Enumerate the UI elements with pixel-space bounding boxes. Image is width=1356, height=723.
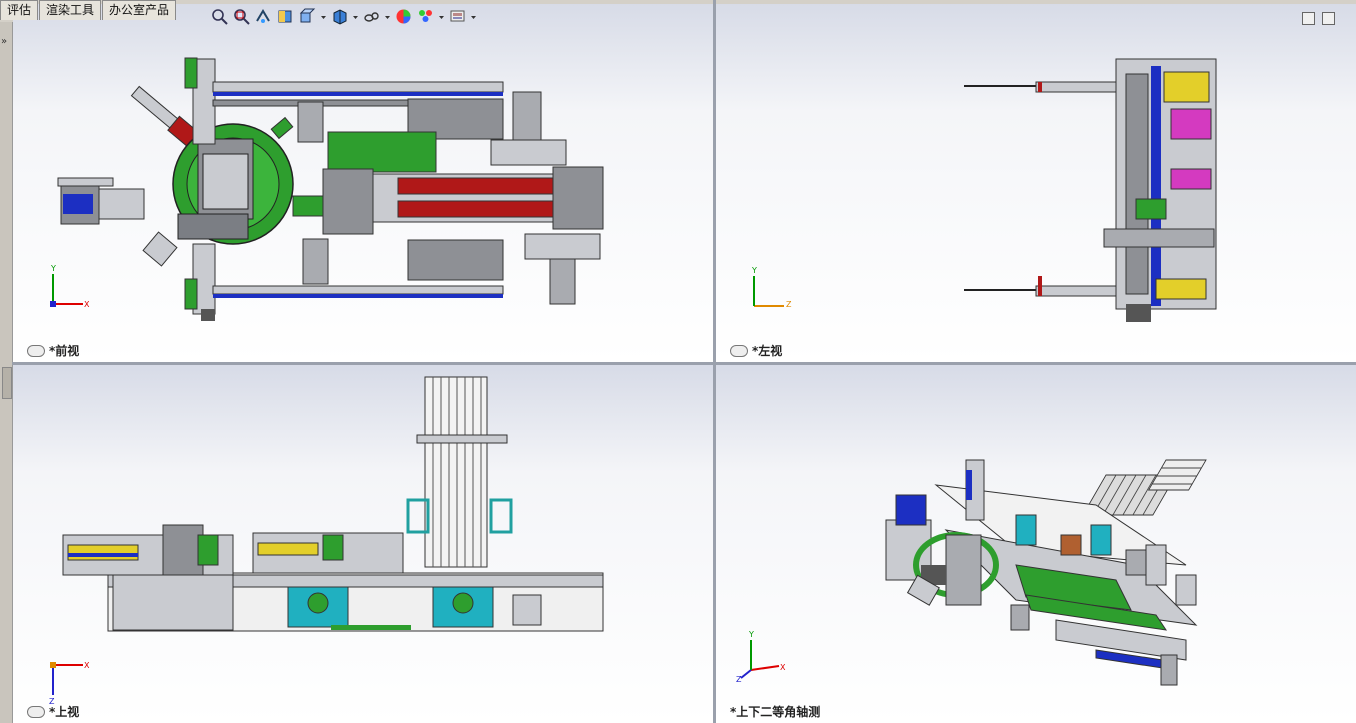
axis-x-label: X — [84, 300, 90, 309]
viewport-label-top: *上视 — [27, 703, 79, 720]
axis-y-label: Y — [51, 264, 56, 273]
chevron-right-icon[interactable]: » — [1, 36, 7, 47]
viewport-label-front: *前视 — [27, 342, 79, 359]
edit-appearance-icon[interactable] — [394, 7, 413, 26]
tab-office-products[interactable]: 办公室产品 — [102, 0, 177, 20]
viewport-splitter-horizontal[interactable] — [12, 362, 1356, 365]
zoom-to-fit-icon[interactable] — [210, 7, 229, 26]
view-settings-icon[interactable] — [448, 7, 467, 26]
panel-splitter-handle[interactable] — [2, 367, 12, 399]
tab-render-tools[interactable]: 渲染工具 — [39, 0, 102, 20]
axis-x-label: X — [84, 661, 90, 670]
chevron-down-icon[interactable] — [352, 7, 359, 26]
axis-z-label: Z — [786, 300, 792, 309]
left-view-model — [753, 58, 1217, 322]
apply-scene-icon[interactable] — [416, 7, 435, 26]
axis-triad — [50, 662, 83, 695]
isometric-view-model — [740, 459, 1207, 686]
link-views-icon[interactable] — [730, 344, 748, 357]
viewport-left[interactable]: Y Z *左视 — [716, 4, 1356, 362]
zoom-area-icon[interactable] — [232, 7, 251, 26]
viewport-front[interactable]: Y X *前视 — [13, 4, 713, 362]
link-views-icon[interactable] — [27, 344, 45, 357]
display-style-icon[interactable] — [330, 7, 349, 26]
previous-view-icon[interactable] — [254, 7, 273, 26]
command-tabs: 评估 渲染工具 办公室产品 — [0, 0, 177, 22]
chevron-down-icon[interactable] — [384, 7, 391, 26]
heads-up-view-toolbar — [210, 4, 477, 28]
top-view-model — [50, 376, 604, 695]
link-views-icon[interactable] — [27, 705, 45, 718]
viewport-maximize-icon[interactable] — [1322, 12, 1335, 25]
axis-y-label: Y — [749, 630, 754, 639]
chevron-down-icon[interactable] — [470, 7, 477, 26]
view-orientation-icon[interactable] — [298, 7, 317, 26]
axis-y-label: Y — [752, 266, 757, 275]
section-view-icon[interactable] — [276, 7, 295, 26]
chevron-down-icon[interactable] — [320, 7, 327, 26]
axis-z-label: Z — [736, 675, 742, 684]
hide-show-icon[interactable] — [362, 7, 381, 26]
axis-triad — [50, 274, 83, 307]
chevron-down-icon[interactable] — [438, 7, 445, 26]
viewport-label-left: *左视 — [730, 342, 782, 359]
axis-x-label: X — [780, 663, 786, 672]
viewport-label-isometric: *上下二等角轴测 — [730, 705, 821, 719]
axis-triad — [753, 276, 784, 307]
viewport-top[interactable]: X Z *上视 — [13, 365, 713, 723]
feature-manager-collapsed-panel[interactable]: » — [0, 22, 13, 723]
front-view-model — [50, 57, 604, 321]
axis-triad — [740, 640, 780, 679]
viewport-isometric[interactable]: Y X Z *上下二等角轴测 — [716, 365, 1356, 723]
viewport-restore-icon[interactable] — [1302, 12, 1315, 25]
tab-evaluate[interactable]: 评估 — [0, 0, 39, 20]
